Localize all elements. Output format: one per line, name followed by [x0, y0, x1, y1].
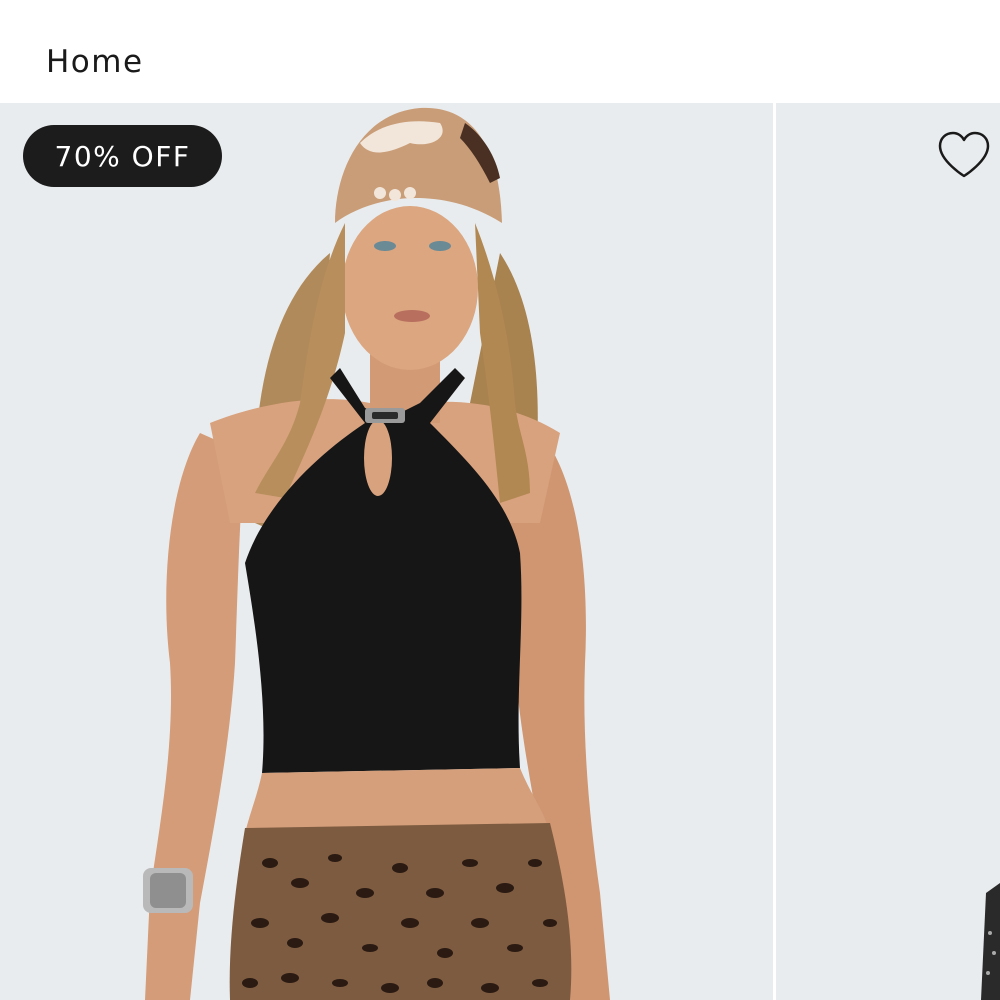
discount-badge: 70% OFF	[23, 125, 222, 187]
product-photo-partial	[981, 883, 1000, 1000]
product-image-carousel[interactable]: 70% OFF	[0, 103, 1000, 1000]
page-header: Home	[0, 0, 1000, 103]
product-photo	[143, 107, 610, 1000]
breadcrumb-home[interactable]: Home	[46, 44, 144, 80]
heart-outline-icon[interactable]	[936, 130, 992, 182]
product-photo-main[interactable]: 70% OFF	[0, 103, 773, 1000]
product-photo-next[interactable]	[776, 103, 1000, 1000]
